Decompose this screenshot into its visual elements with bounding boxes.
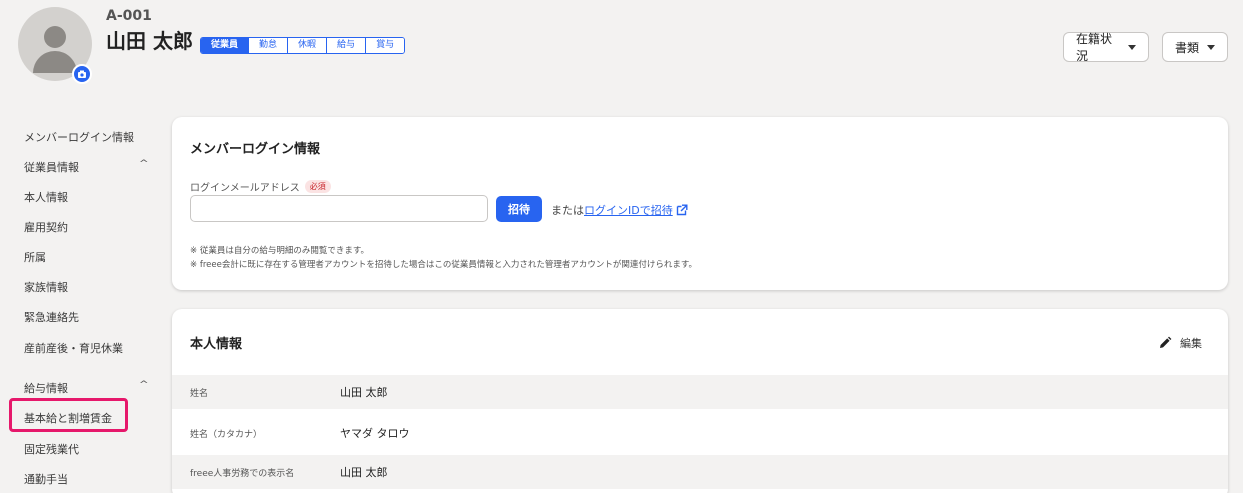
email-field-label: ログインメールアドレス 必須 (190, 179, 331, 194)
card-title: 本人情報 (190, 337, 243, 352)
or-text: または (551, 204, 584, 217)
personal-info-card: 本人情報 編集 姓名 山田 太郎 姓名（カタカナ） ヤマダ タロウ freee人… (172, 309, 1228, 493)
tab-salary[interactable]: 給与 (326, 38, 366, 53)
invite-button[interactable]: 招待 (496, 196, 542, 222)
card-title: メンバーログイン情報 (190, 142, 321, 157)
avatar-head (44, 26, 66, 48)
member-login-card: メンバーログイン情報 ログインメールアドレス 必須 招待 または ログインIDで… (172, 117, 1228, 290)
row-label: freee人事労務での表示名 (190, 468, 295, 479)
sidebar-group-label: 従業員情報 (24, 161, 79, 174)
email-field[interactable] (190, 195, 488, 222)
note-line-1: ※ 従業員は自分の給与明細のみ閲覧できます。 (190, 246, 369, 256)
invite-alternative: または ログインIDで招待 (551, 202, 688, 218)
tab-attendance[interactable]: 勤怠 (248, 38, 288, 53)
sidebar-item-fixed-overtime[interactable]: 固定残業代 (24, 441, 79, 457)
caret-down-icon (1128, 44, 1136, 50)
sidebar-item-emergency[interactable]: 緊急連絡先 (24, 309, 79, 325)
highlight-box (9, 398, 128, 432)
note-line-2: ※ freee会計に既に存在する管理者アカウントを招待した場合はこの従業員情報と… (190, 260, 697, 270)
table-row: freee人事労務での表示名 山田 太郎 (172, 455, 1228, 489)
sidebar-item-department[interactable]: 所属 (24, 249, 46, 265)
row-label: 姓名（カタカナ） (190, 429, 263, 440)
employee-header: A-001 山田 太郎 従業員 勤怠 休暇 給与 賞与 在籍状況 書類 (0, 0, 1243, 100)
row-value: 山田 太郎 (340, 386, 388, 399)
sidebar-group-label: 給与情報 (24, 382, 68, 395)
employee-name: 山田 太郎 (106, 29, 193, 53)
sidebar-group-employee[interactable]: 従業員情報 ^ (24, 159, 154, 175)
tab-leave[interactable]: 休暇 (287, 38, 327, 53)
caret-down-icon (1207, 44, 1215, 50)
external-link-icon[interactable] (676, 204, 688, 216)
pencil-icon (1160, 336, 1172, 348)
sidebar-item-family[interactable]: 家族情報 (24, 279, 68, 295)
edit-button[interactable]: 編集 (1158, 335, 1202, 351)
sidebar-item-member-login[interactable]: メンバーログイン情報 (24, 129, 134, 145)
avatar-body (33, 51, 77, 73)
tab-employee[interactable]: 従業員 (201, 38, 249, 53)
row-value: ヤマダ タロウ (340, 427, 410, 440)
invite-by-id-link[interactable]: ログインIDで招待 (584, 202, 673, 218)
sidebar-group-payroll[interactable]: 給与情報 ^ (24, 380, 154, 396)
documents-button[interactable]: 書類 (1162, 32, 1228, 62)
camera-icon[interactable] (72, 64, 92, 84)
employment-status-label: 在籍状況 (1076, 32, 1113, 63)
employee-code: A-001 (106, 8, 152, 24)
sidebar-item-contract[interactable]: 雇用契約 (24, 219, 68, 235)
category-tabs: 従業員 勤怠 休暇 給与 賞与 (200, 37, 406, 54)
required-badge: 必須 (304, 180, 331, 193)
employment-status-button[interactable]: 在籍状況 (1063, 32, 1149, 63)
email-label-text: ログインメールアドレス (190, 183, 300, 194)
row-label: 姓名 (190, 388, 209, 399)
edit-label: 編集 (1180, 337, 1202, 350)
sidebar-item-commute[interactable]: 通勤手当 (24, 471, 68, 487)
chevron-up-icon: ^ (139, 159, 150, 169)
row-value: 山田 太郎 (340, 466, 388, 479)
table-row: 姓名 山田 太郎 (172, 375, 1228, 409)
table-row: 姓名（カタカナ） ヤマダ タロウ (172, 416, 1228, 450)
tab-bonus[interactable]: 賞与 (365, 38, 405, 53)
chevron-up-icon: ^ (139, 380, 150, 390)
sidebar-item-personal[interactable]: 本人情報 (24, 189, 68, 205)
sidebar-item-maternity[interactable]: 産前産後・育児休業 (24, 340, 123, 356)
documents-label: 書類 (1175, 40, 1200, 55)
